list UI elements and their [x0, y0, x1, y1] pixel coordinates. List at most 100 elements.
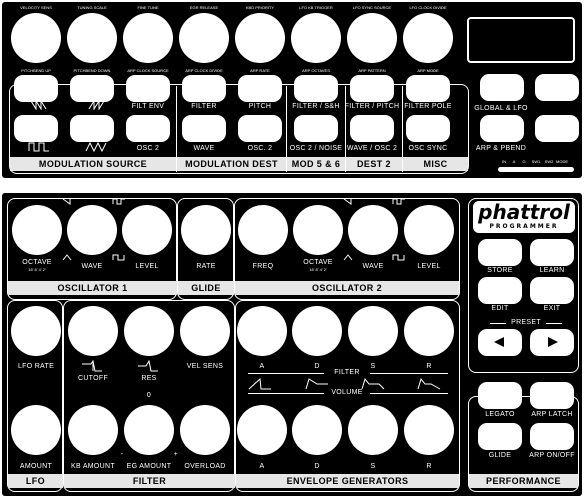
performance-bar: PERFORMANCE — [469, 474, 578, 488]
env-s-bottom-label: S — [370, 463, 376, 470]
glide-rate-label: RATE — [196, 263, 216, 270]
top-knob-8[interactable] — [403, 13, 453, 63]
env-bar: ENVELOPE GENERATORS — [236, 474, 459, 488]
top-right-button-3[interactable] — [480, 115, 524, 142]
dest-2-bar: DEST 2 — [346, 157, 402, 171]
osc1-octave-scale: 16' 8' 4' 2' — [28, 267, 46, 272]
top-lower-button-4[interactable] — [182, 115, 226, 142]
osc1-octave-label: OCTAVE — [22, 259, 52, 266]
osc1-level-knob[interactable] — [122, 205, 172, 255]
glide-button[interactable] — [478, 423, 522, 450]
top-right-button-1[interactable] — [480, 74, 524, 101]
filter-overload-knob[interactable] — [180, 405, 230, 455]
store-button[interactable] — [478, 239, 522, 266]
env-a-bottom-label: A — [259, 463, 265, 470]
top-upper-button-3[interactable] — [126, 75, 170, 102]
eg-minus-label: - — [120, 451, 124, 458]
top-knob-7[interactable] — [347, 13, 397, 63]
top-lower-button-6[interactable] — [294, 115, 338, 142]
top-upper-button-6[interactable] — [294, 75, 338, 102]
glide-bar: GLIDE — [178, 281, 234, 295]
osc2-wave-knob[interactable] — [348, 205, 398, 255]
osc2-level-label: LEVEL — [417, 263, 441, 270]
top-button-label: ARP CLOCK DIVIDE — [185, 68, 223, 73]
filter-kb-amount-knob[interactable] — [68, 405, 118, 455]
top-knob-4[interactable] — [179, 13, 229, 63]
top-knob-1[interactable] — [11, 13, 61, 63]
top-mid-label: FILTER — [191, 103, 217, 110]
env-s-top-knob[interactable] — [348, 306, 398, 356]
top-right-button-2[interactable] — [535, 74, 579, 101]
preset-prev-button[interactable] — [478, 329, 522, 356]
lfo-rate-knob[interactable] — [11, 306, 61, 356]
env-d-bottom-label: D — [314, 463, 320, 470]
top-knob-6[interactable] — [291, 13, 341, 63]
top-knob-label: KBD PRIORITY — [245, 5, 275, 10]
env-attack-icon — [248, 378, 271, 390]
edit-button[interactable] — [478, 277, 522, 304]
top-lower-button-3[interactable] — [126, 115, 170, 142]
lfo-amount-knob[interactable] — [11, 405, 61, 455]
env-r-top-knob[interactable] — [404, 306, 454, 356]
legato-label: LEGATO — [485, 411, 515, 418]
filter-res-knob[interactable] — [124, 306, 174, 356]
top-low-label: OSC 2 — [136, 145, 160, 152]
osc1-wave-knob[interactable] — [67, 205, 117, 255]
top-lower-button-7[interactable] — [350, 115, 394, 142]
top-knob-2[interactable] — [67, 13, 117, 63]
misc-bar: MISC — [403, 157, 468, 171]
programmer-sublabel: PROGRAMMER — [489, 223, 559, 230]
arp-latch-button[interactable] — [530, 382, 574, 409]
env-d-top-knob[interactable] — [292, 306, 342, 356]
top-knob-5[interactable] — [235, 13, 285, 63]
filter-eg-amount-label: EG AMOUNT — [126, 463, 172, 470]
osc2-tri-icon — [343, 254, 353, 261]
top-button-label: ARP MODE — [417, 68, 439, 73]
preset-next-button[interactable] — [530, 329, 574, 356]
scale-label: SW2 — [544, 159, 554, 164]
top-knob-3[interactable] — [123, 13, 173, 63]
glide-label: GLIDE — [488, 452, 512, 459]
env-a-bottom-knob[interactable] — [237, 405, 287, 455]
top-mid-label: FILTER / PITCH — [344, 103, 400, 110]
env-d-bottom-knob[interactable] — [292, 405, 342, 455]
osc2-ramp-icon — [343, 198, 352, 205]
top-upper-button-2[interactable] — [70, 75, 114, 102]
top-upper-button-8[interactable] — [406, 75, 450, 102]
env-s-bottom-knob[interactable] — [348, 405, 398, 455]
eg-plus-label: + — [173, 451, 179, 458]
top-button-label: ARP CLOCK SOURCE — [127, 68, 169, 73]
learn-button[interactable] — [530, 239, 574, 266]
glide-rate-knob[interactable] — [181, 205, 231, 255]
top-upper-button-1[interactable] — [14, 75, 58, 102]
legato-button[interactable] — [478, 382, 522, 409]
osc2-level-knob[interactable] — [404, 205, 454, 255]
filter-cutoff-knob[interactable] — [68, 306, 118, 356]
top-right-button-4[interactable] — [535, 115, 579, 142]
osc2-freq-knob[interactable] — [238, 205, 288, 255]
top-low-label: OSC 2 / NOISE — [289, 145, 343, 152]
exit-button[interactable] — [530, 277, 574, 304]
top-lower-button-5[interactable] — [238, 115, 282, 142]
filter-vel-sens-knob[interactable] — [180, 306, 230, 356]
top-mid-label: FILTER POLE — [404, 103, 452, 110]
top-lower-button-8[interactable] — [406, 115, 450, 142]
filter-cutoff-label: CUTOFF — [77, 375, 109, 382]
arp-on-off-button[interactable] — [530, 423, 574, 450]
top-panel: VELOCITY SENS TUNING SCALE FINE TUNE EGR RE… — [2, 2, 582, 178]
top-upper-button-5[interactable] — [238, 75, 282, 102]
top-lower-button-1[interactable] — [14, 115, 58, 142]
osc2-octave-knob[interactable] — [293, 205, 343, 255]
filter-eg-amount-knob[interactable] — [124, 405, 174, 455]
filter-bar: FILTER — [64, 474, 235, 488]
top-button-label: ARP OCTAVES — [302, 68, 330, 73]
env-r-bottom-knob[interactable] — [404, 405, 454, 455]
lfo-bar: LFO — [8, 474, 63, 488]
top-upper-button-7[interactable] — [350, 75, 394, 102]
top-upper-button-4[interactable] — [182, 75, 226, 102]
env-a-top-knob[interactable] — [237, 306, 287, 356]
env-volume-label: VOLUME — [324, 389, 370, 397]
top-knob-label: VELOCITY SENS — [20, 5, 52, 10]
osc1-octave-knob[interactable] — [12, 205, 62, 255]
top-lower-button-2[interactable] — [70, 115, 114, 142]
